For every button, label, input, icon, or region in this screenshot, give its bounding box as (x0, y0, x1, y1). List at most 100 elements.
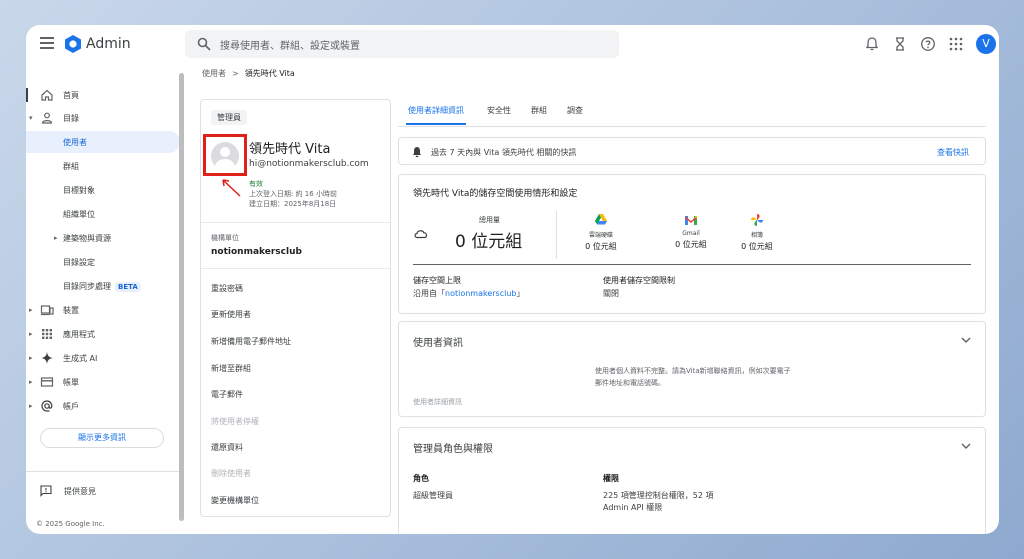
chevron-down-icon[interactable] (961, 442, 971, 450)
sidebar-item-generative-ai[interactable]: ▸ 生成式 AI (26, 347, 180, 369)
sidebar-item-billing[interactable]: ▸ 帳單 (26, 371, 180, 393)
at-sign-icon (41, 400, 53, 412)
email-action[interactable]: 電子郵件 (211, 389, 243, 400)
tab-groups[interactable]: 群組 (531, 105, 547, 116)
admin-roles-title: 管理員角色與權限 (413, 444, 493, 455)
admin-console-window: Admin 搜尋使用者、群組、設定或裝置 V 使用者 > 領先時代 Vita 首… (26, 25, 999, 534)
beta-badge: BETA (115, 281, 141, 292)
tab-investigation[interactable]: 調查 (567, 105, 583, 116)
service-value: 0 位元組 (741, 242, 773, 251)
main-menu-icon[interactable] (40, 37, 54, 49)
expand-right-icon[interactable]: ▸ (29, 354, 33, 362)
help-icon[interactable] (920, 36, 936, 52)
sidebar-item-org-units[interactable]: 組織單位 (26, 203, 180, 225)
reset-password-action[interactable]: 重設密碼 (211, 283, 243, 294)
apps-icon (42, 329, 52, 339)
sidebar-item-label: 首頁 (63, 90, 79, 100)
avatar[interactable] (211, 142, 239, 170)
sidebar-item-account[interactable]: ▸ 帳戶 (26, 395, 180, 417)
sidebar-item-devices[interactable]: ▸ 裝置 (26, 299, 180, 321)
feedback-icon (40, 485, 52, 497)
sparkle-icon (41, 352, 53, 364)
gmail-usage: Gmail 0 位元組 (661, 213, 721, 250)
expand-down-icon[interactable]: ▾ (29, 114, 33, 122)
sidebar-item-label: 目錄設定 (63, 257, 95, 267)
search-bar[interactable]: 搜尋使用者、群組、設定或裝置 (185, 30, 619, 58)
user-name: 領先時代 Vita (249, 142, 331, 157)
expand-right-icon[interactable]: ▸ (29, 330, 33, 338)
search-input[interactable]: 搜尋使用者、群組、設定或裝置 (220, 37, 360, 52)
annotation-arrow-icon (222, 179, 241, 197)
user-profile-card: 管理員 領先時代 Vita hi@notionmakersclub.com 有效… (200, 99, 391, 517)
sidebar-scrollbar[interactable] (179, 73, 184, 521)
person-icon (41, 112, 53, 124)
change-org-unit-action[interactable]: 變更機構單位 (211, 495, 259, 506)
sidebar-item-directory-sync[interactable]: 目錄同步處理 BETA (26, 275, 180, 297)
total-usage-label: 總用量 (479, 216, 500, 224)
storage-limit-value: 沿用自「notionmakersclub」 (413, 288, 524, 299)
sidebar-item-buildings-resources[interactable]: ▸ 建築物與資源 (26, 227, 180, 249)
tab-user-details[interactable]: 使用者詳細資訊 (408, 105, 464, 116)
tab-security[interactable]: 安全性 (487, 105, 511, 116)
sidebar-item-groups[interactable]: 群組 (26, 155, 180, 177)
update-user-action[interactable]: 更新使用者 (211, 309, 251, 320)
avatar-head-shape (220, 147, 230, 157)
created-date-text: 建立日期：2025年8月18日 (249, 200, 337, 208)
org-unit-link[interactable]: notionmakersclub (445, 289, 516, 298)
admin-roles-card[interactable]: 管理員角色與權限 角色 權限 超級管理員 225 項管理控制台權限，52 項 A… (398, 427, 986, 534)
hourglass-icon[interactable] (892, 36, 908, 52)
last-login-text: 上次登入日期: 約 16 小時前 (249, 190, 337, 198)
cloud-icon (414, 230, 428, 239)
add-to-group-action[interactable]: 新增至群組 (211, 363, 251, 374)
photos-usage: 相簿 0 位元組 (727, 213, 787, 252)
sidebar-item-label: 帳戶 (63, 401, 79, 411)
suspend-user-action: 將使用者停權 (211, 417, 259, 426)
tabs-divider (398, 126, 986, 127)
chevron-down-icon[interactable] (961, 336, 971, 344)
service-name: Gmail (682, 230, 700, 237)
add-alternate-email-action[interactable]: 新增備用電子郵件地址 (211, 336, 291, 347)
restore-data-action[interactable]: 還原資料 (211, 442, 243, 453)
sidebar-item-label: 建築物與資源 (63, 233, 111, 243)
expand-right-icon[interactable]: ▸ (29, 306, 33, 314)
sidebar-item-home[interactable]: 首頁 (26, 84, 180, 106)
sidebar-item-label: 組織單位 (63, 209, 95, 219)
sidebar-item-directory[interactable]: ▾ 目錄 (26, 107, 180, 129)
service-value: 0 位元組 (585, 242, 617, 251)
top-bar: Admin 搜尋使用者、群組、設定或裝置 V (26, 25, 999, 65)
sidebar-item-users[interactable]: 使用者 (26, 131, 180, 153)
service-value: 0 位元組 (675, 240, 707, 249)
user-info-card[interactable]: 使用者資訊 使用者個人資料不完整。請為Vita新增聯絡資訊，例如次要電子郵件地址… (398, 321, 986, 417)
avatar-highlight-box (203, 134, 247, 176)
sidebar: 首頁 ▾ 目錄 使用者 群組 目標對象 組織單位 ▸ 建築物與資源 目錄設定 目… (26, 80, 186, 534)
expand-right-icon[interactable]: ▸ (29, 378, 33, 386)
user-email: hi@notionmakersclub.com (249, 159, 369, 169)
sidebar-item-directory-settings[interactable]: 目錄設定 (26, 251, 180, 273)
role-column-header: 角色 (413, 474, 429, 483)
sidebar-item-apps[interactable]: ▸ 應用程式 (26, 323, 180, 345)
search-icon (197, 37, 211, 51)
app-title[interactable]: Admin (86, 36, 131, 52)
home-icon (41, 89, 53, 101)
feedback-button[interactable]: 提供意見 (40, 484, 96, 498)
notifications-icon[interactable] (864, 36, 880, 52)
expand-right-icon[interactable]: ▸ (54, 234, 58, 242)
apps-grid-icon[interactable] (948, 36, 964, 52)
storage-limit-prefix: 沿用自「 (413, 289, 445, 298)
service-name: 相簿 (750, 232, 763, 239)
avatar-body-shape (215, 159, 235, 170)
sidebar-item-label: 應用程式 (63, 329, 95, 339)
devices-icon (40, 305, 54, 316)
gmail-icon (685, 216, 697, 225)
role-value: 超級管理員 (413, 491, 453, 500)
admin-logo-icon[interactable] (64, 35, 82, 53)
breadcrumb-parent[interactable]: 使用者 (202, 69, 226, 78)
sidebar-item-target-audiences[interactable]: 目標對象 (26, 179, 180, 201)
copyright-text: © 2025 Google Inc. (36, 520, 105, 528)
expand-right-icon[interactable]: ▸ (29, 402, 33, 410)
permissions-column-header: 權限 (603, 474, 619, 483)
sidebar-item-label: 目錄 (63, 113, 79, 123)
show-more-button[interactable]: 顯示更多資訊 (40, 428, 164, 448)
view-alerts-link[interactable]: 查看快訊 (937, 147, 969, 158)
account-avatar[interactable]: V (976, 34, 996, 54)
